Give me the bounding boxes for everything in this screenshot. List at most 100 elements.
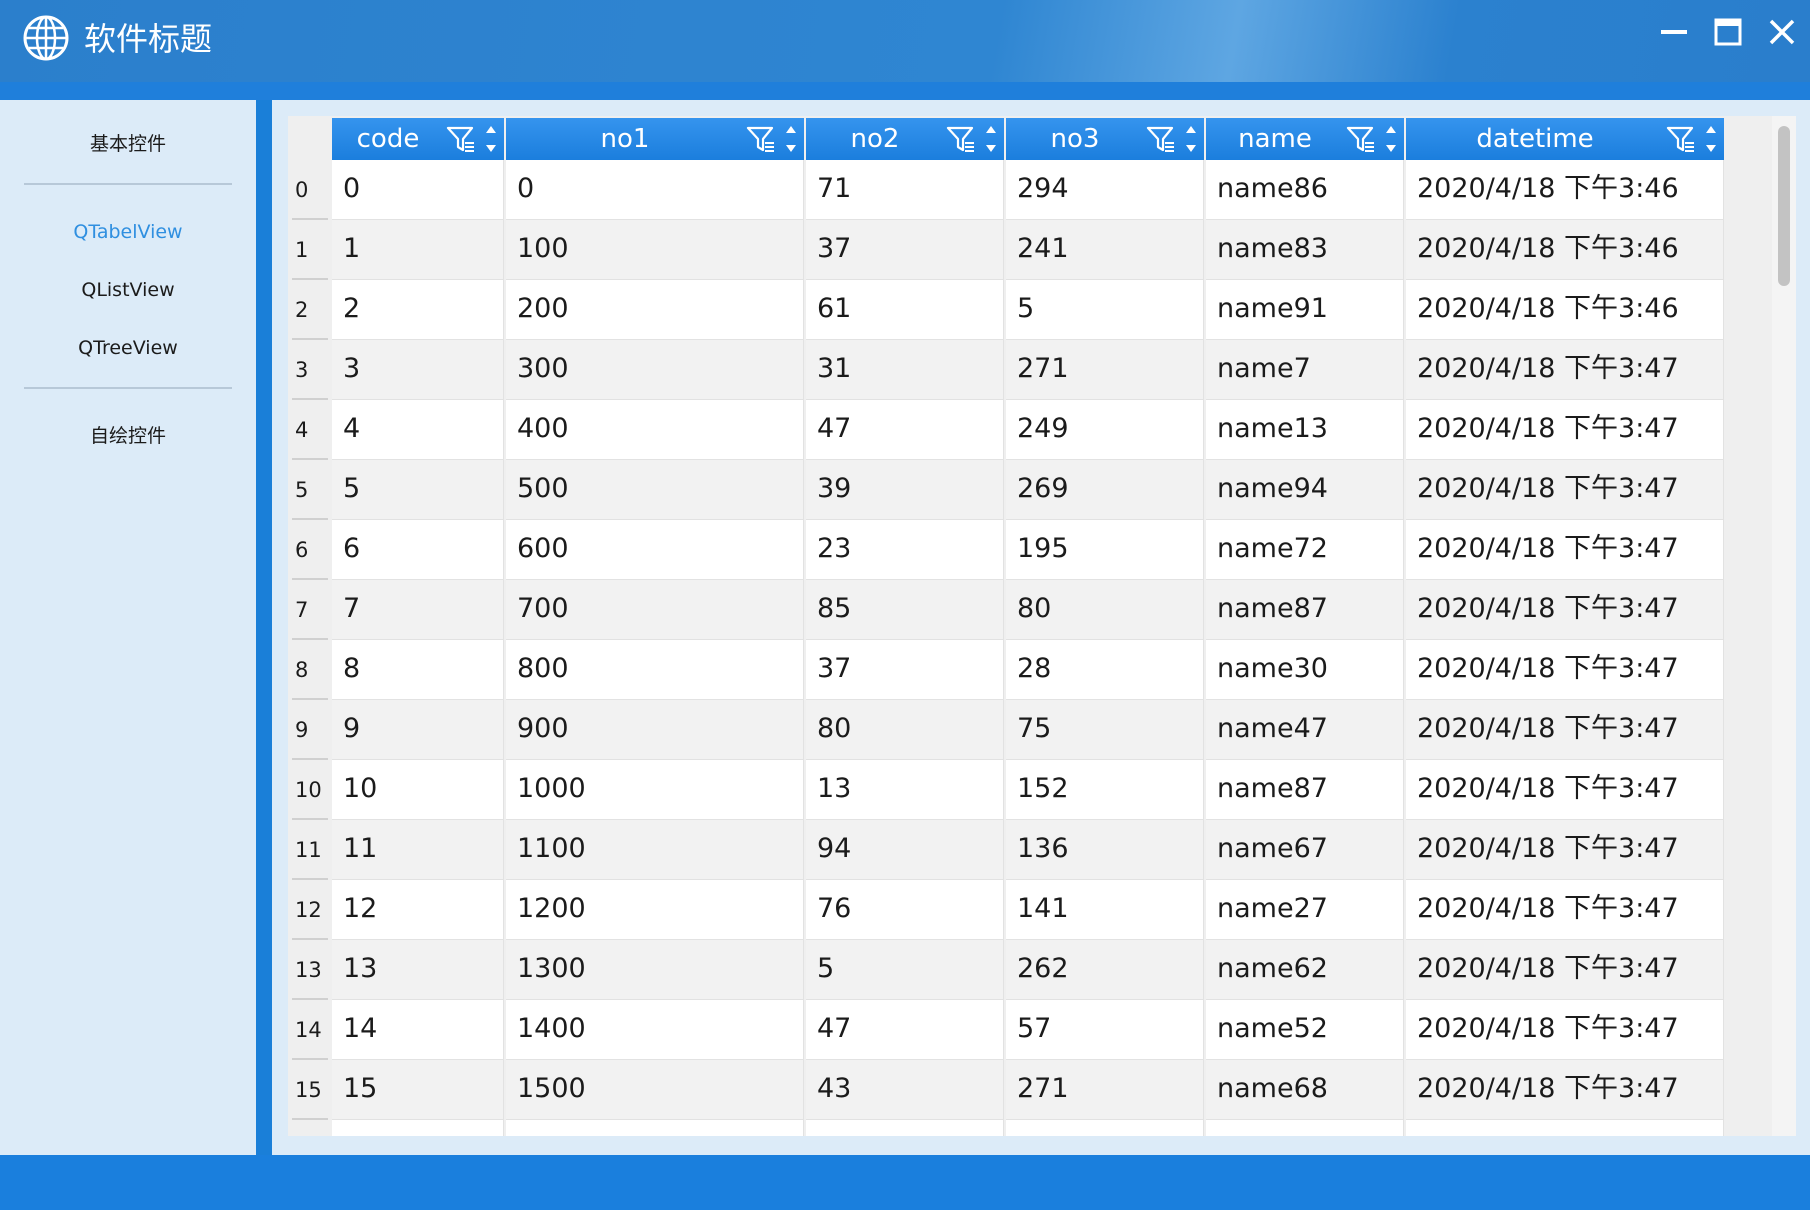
filter-icon[interactable] — [1346, 124, 1376, 154]
sort-arrows-icon[interactable] — [1702, 120, 1720, 158]
table-cell-name[interactable]: name86 — [1206, 160, 1404, 220]
table-cell-no2[interactable]: 76 — [806, 880, 1004, 940]
table-cell-datetime[interactable]: 2020/4/18 下午3:47 — [1406, 460, 1724, 520]
table-cell-name[interactable]: name91 — [1206, 280, 1404, 340]
table-cell-code[interactable]: 1 — [332, 220, 504, 280]
table-row[interactable]: 10 10 1000 13 152 name87 2020/4/18 下午3:47 — [288, 760, 1768, 820]
table-cell-name[interactable]: name47 — [1206, 700, 1404, 760]
table-cell-no3[interactable]: 5 — [1006, 280, 1204, 340]
table-cell-name[interactable]: name72 — [1206, 520, 1404, 580]
table-cell-name[interactable]: name13 — [1206, 400, 1404, 460]
maximize-button[interactable] — [1706, 10, 1750, 54]
table-row[interactable]: 9 9 900 80 75 name47 2020/4/18 下午3:47 — [288, 700, 1768, 760]
table-cell-no3[interactable]: 249 — [1006, 400, 1204, 460]
table-cell-no1[interactable]: 1200 — [506, 880, 804, 940]
table-cell-datetime[interactable]: 2020/4/18 下午3:46 — [1406, 220, 1724, 280]
vertical-scrollbar[interactable] — [1772, 116, 1796, 1136]
table-cell-code[interactable]: 11 — [332, 820, 504, 880]
row-index[interactable]: 3 — [288, 340, 332, 400]
table-cell-no3[interactable]: 152 — [1006, 760, 1204, 820]
nav-item-qlistview[interactable]: QListView — [0, 268, 256, 312]
row-index[interactable]: 14 — [288, 1000, 332, 1060]
table-cell-no1[interactable]: 0 — [506, 160, 804, 220]
table-cell-no1[interactable]: 600 — [506, 520, 804, 580]
table-cell-code[interactable]: 3 — [332, 340, 504, 400]
table-cell-no2[interactable]: 37 — [806, 220, 1004, 280]
row-index[interactable]: 5 — [288, 460, 332, 520]
table-row[interactable]: 12 12 1200 76 141 name27 2020/4/18 下午3:47 — [288, 880, 1768, 940]
table-cell-datetime[interactable]: 2020/4/18 下午3:47 — [1406, 760, 1724, 820]
table-cell-no2[interactable]: 85 — [806, 580, 1004, 640]
table-row[interactable]: 0 0 0 71 294 name86 2020/4/18 下午3:46 — [288, 160, 1768, 220]
table-cell-name[interactable]: name67 — [1206, 820, 1404, 880]
table-cell-no2[interactable]: 80 — [806, 700, 1004, 760]
table-cell-datetime[interactable]: 2020/4/18 下午3:47 — [1406, 340, 1724, 400]
scrollbar-thumb[interactable] — [1778, 126, 1790, 286]
table-cell-name[interactable]: name27 — [1206, 880, 1404, 940]
table-cell-no1[interactable]: 200 — [506, 280, 804, 340]
table-cell-no3[interactable]: 141 — [1006, 880, 1204, 940]
table-cell-no1[interactable]: 500 — [506, 460, 804, 520]
table-cell-no2[interactable]: 61 — [806, 280, 1004, 340]
table-cell-code[interactable]: 0 — [332, 160, 504, 220]
table-cell-no1[interactable]: 1100 — [506, 820, 804, 880]
column-header-name[interactable]: name — [1206, 118, 1404, 160]
table-cell-name[interactable]: name30 — [1206, 640, 1404, 700]
table-row[interactable]: 5 5 500 39 269 name94 2020/4/18 下午3:47 — [288, 460, 1768, 520]
table-cell-no2[interactable]: 23 — [806, 520, 1004, 580]
sort-arrows-icon[interactable] — [482, 120, 500, 158]
table-cell-no2[interactable]: 71 — [806, 160, 1004, 220]
column-header-no1[interactable]: no1 — [506, 118, 804, 160]
table-cell-datetime[interactable]: 2020/4/18 下午3:47 — [1406, 580, 1724, 640]
table-cell-datetime[interactable]: 2020/4/18 下午3:47 — [1406, 640, 1724, 700]
table-cell-code[interactable]: 5 — [332, 460, 504, 520]
sort-arrows-icon[interactable] — [1382, 120, 1400, 158]
table-view[interactable]: code no1 no2 no3 name datetime 0 0 0 71 294 name86 2… — [288, 116, 1796, 1136]
row-index[interactable]: 6 — [288, 520, 332, 580]
close-button[interactable] — [1760, 10, 1804, 54]
table-cell-no3[interactable]: 57 — [1006, 1000, 1204, 1060]
table-cell-datetime[interactable]: 2020/4/18 下午3:46 — [1406, 160, 1724, 220]
sort-arrows-icon[interactable] — [982, 120, 1000, 158]
sort-arrows-icon[interactable] — [782, 120, 800, 158]
table-cell-datetime[interactable]: 2020/4/18 下午3:47 — [1406, 880, 1724, 940]
table-cell-no3[interactable]: 28 — [1006, 640, 1204, 700]
table-cell-no1[interactable]: 800 — [506, 640, 804, 700]
table-cell-no1[interactable]: 1500 — [506, 1060, 804, 1120]
table-cell-name[interactable]: name68 — [1206, 1060, 1404, 1120]
table-cell-code[interactable]: 14 — [332, 1000, 504, 1060]
table-row[interactable]: 2 2 200 61 5 name91 2020/4/18 下午3:46 — [288, 280, 1768, 340]
table-cell-code[interactable]: 6 — [332, 520, 504, 580]
table-cell-no3[interactable]: 136 — [1006, 820, 1204, 880]
row-index[interactable]: 1 — [288, 220, 332, 280]
table-cell-datetime[interactable]: 2020/4/18 下午3:47 — [1406, 820, 1724, 880]
sort-arrows-icon[interactable] — [1182, 120, 1200, 158]
table-row[interactable]: 13 13 1300 5 262 name62 2020/4/18 下午3:47 — [288, 940, 1768, 1000]
table-row[interactable]: 14 14 1400 47 57 name52 2020/4/18 下午3:47 — [288, 1000, 1768, 1060]
column-header-no3[interactable]: no3 — [1006, 118, 1204, 160]
table-cell-no2[interactable]: 94 — [806, 820, 1004, 880]
table-cell-no3[interactable]: 75 — [1006, 700, 1204, 760]
row-index[interactable]: 11 — [288, 820, 332, 880]
table-cell-no1[interactable]: 100 — [506, 220, 804, 280]
row-index[interactable]: 9 — [288, 700, 332, 760]
table-cell-no1[interactable]: 1300 — [506, 940, 804, 1000]
table-cell-datetime[interactable]: 2020/4/18 下午3:47 — [1406, 520, 1724, 580]
table-cell-datetime[interactable]: 2020/4/18 下午3:46 — [1406, 280, 1724, 340]
table-row[interactable]: 7 7 700 85 80 name87 2020/4/18 下午3:47 — [288, 580, 1768, 640]
table-cell-code[interactable]: 15 — [332, 1060, 504, 1120]
table-cell-no1[interactable]: 300 — [506, 340, 804, 400]
table-cell-no1[interactable]: 400 — [506, 400, 804, 460]
column-header-code[interactable]: code — [332, 118, 504, 160]
table-cell-no1[interactable]: 1400 — [506, 1000, 804, 1060]
table-cell-code[interactable]: 13 — [332, 940, 504, 1000]
table-cell-no3[interactable]: 195 — [1006, 520, 1204, 580]
table-cell-name[interactable]: name52 — [1206, 1000, 1404, 1060]
table-cell-datetime[interactable]: 2020/4/18 下午3:47 — [1406, 940, 1724, 1000]
row-index[interactable]: 8 — [288, 640, 332, 700]
table-cell-no1[interactable]: 900 — [506, 700, 804, 760]
table-cell-code[interactable]: 12 — [332, 880, 504, 940]
row-index[interactable]: 15 — [288, 1060, 332, 1120]
table-cell-no2[interactable]: 13 — [806, 760, 1004, 820]
table-row[interactable]: 4 4 400 47 249 name13 2020/4/18 下午3:47 — [288, 400, 1768, 460]
